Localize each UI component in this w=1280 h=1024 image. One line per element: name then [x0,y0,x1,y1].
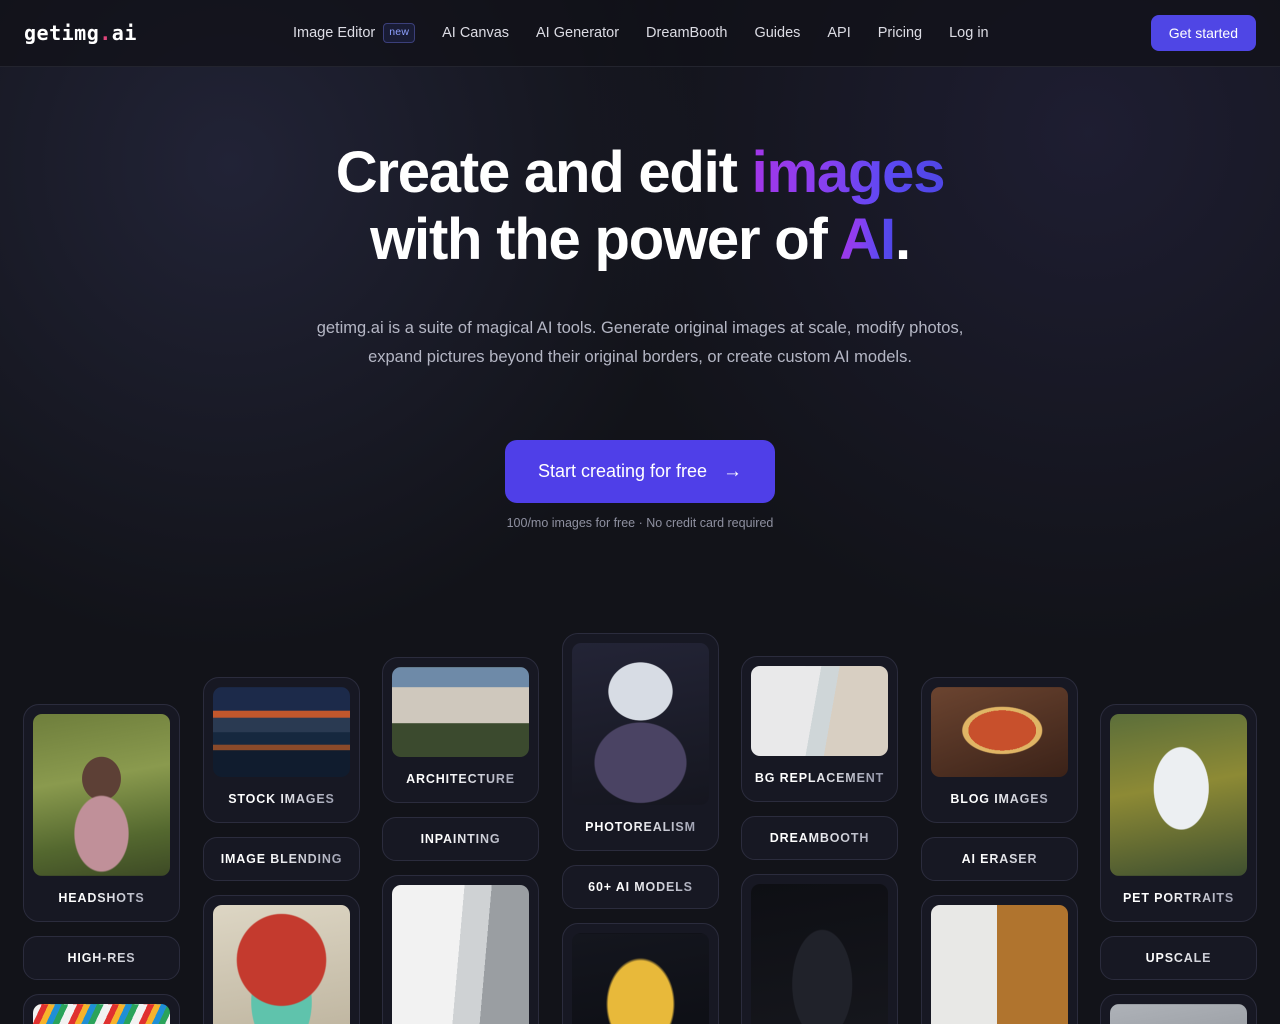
feature-card-thumbnail [1110,1003,1247,1024]
feature-pill[interactable]: IMAGE BLENDING [203,837,360,882]
feature-pill[interactable]: UPSCALE [1100,935,1257,980]
feature-card-thumbnail [931,687,1068,777]
nav-item-guides[interactable]: Guides [754,25,800,41]
feature-pill-label: 60+ AI MODELS [563,866,718,908]
hero-heading-line1: Create and edit images [335,140,946,205]
nav-item-ai-generator[interactable]: AI Generator [536,25,619,41]
nav-item-label: Image Editor [293,25,376,41]
hero-section: Create and edit images with the power of… [0,67,1280,530]
feature-card-label: PHOTOREALISM [572,805,709,850]
nav-item-log-in[interactable]: Log in [949,25,989,41]
feature-pill-label: AI ERASER [922,838,1077,880]
feature-card-label: PET PORTRAITS [1110,876,1247,921]
start-creating-label: Start creating for free [537,461,708,482]
feature-card[interactable]: HEADSHOTS [23,704,180,922]
feature-card[interactable] [921,895,1078,1024]
brand-logo-suffix: ai [111,21,137,45]
feature-card-label: BG REPLACEMENT [751,756,888,801]
nav-item-ai-canvas[interactable]: AI Canvas [442,25,509,41]
get-started-button[interactable]: Get started [1150,15,1256,51]
feature-pill[interactable]: AI ERASER [921,837,1078,882]
hero-heading-accent-images: images [751,140,946,205]
nav-links: Image Editor new AI Canvas AI Generator … [137,23,1145,43]
feature-card-label: HEADSHOTS [33,876,170,921]
feature-card[interactable] [382,875,539,1024]
hero-heading-accent-ai: AI [839,207,896,273]
nav-item-pricing[interactable]: Pricing [878,25,922,41]
feature-card[interactable]: PET PORTRAITS [1100,704,1257,922]
hero-heading-line1-plain: Create and edit [335,140,752,205]
feature-pill[interactable]: INPAINTING [382,817,539,862]
grid-column: BG REPLACEMENT DREAMBOOTH [741,656,898,1024]
feature-card-thumbnail [572,932,709,1024]
hero-heading: Create and edit images with the power of… [0,139,1280,274]
new-badge: new [383,23,416,43]
brand-logo[interactable]: getimg.ai [24,21,137,45]
feature-card[interactable]: ARCHITECTURE [382,657,539,804]
feature-card-grid: HEADSHOTS HIGH-RES STOCK IMAGES IMAGE BLEND… [0,620,1280,1024]
feature-pill[interactable]: DREAMBOOTH [741,816,898,861]
feature-card-thumbnail [33,1003,170,1024]
grid-column: PHOTOREALISM 60+ AI MODELS [562,633,719,1024]
hero-heading-line2: with the power of AI. [370,207,911,273]
feature-card[interactable]: STOCK IMAGES [203,677,360,824]
feature-card-label: ARCHITECTURE [392,757,529,802]
grid-column: ARCHITECTURE INPAINTING [382,657,539,1024]
grid-column: HEADSHOTS HIGH-RES [23,704,180,1024]
nav-item-image-editor[interactable]: Image Editor new [293,23,416,43]
feature-pill-label: IMAGE BLENDING [204,838,359,880]
feature-card[interactable] [203,895,360,1024]
feature-card-thumbnail [1110,714,1247,876]
feature-card-thumbnail [213,687,350,777]
feature-card-thumbnail [213,905,350,1024]
feature-card-thumbnail [751,884,888,1024]
feature-card-thumbnail [572,643,709,805]
feature-card-thumbnail [751,666,888,756]
feature-pill-label: HIGH-RES [24,937,179,979]
feature-card-thumbnail [392,667,529,757]
feature-card[interactable] [741,874,898,1024]
feature-card[interactable] [1100,993,1257,1024]
feature-pill-label: DREAMBOOTH [742,817,897,859]
feature-pill[interactable]: HIGH-RES [23,935,180,980]
brand-logo-main: getimg [24,21,100,45]
nav-item-api[interactable]: API [827,25,850,41]
hero-subtitle: getimg.ai is a suite of magical AI tools… [316,318,964,366]
hero-cta-group: Start creating for free → 100/mo images … [0,440,1280,530]
grid-column: PET PORTRAITS UPSCALE [1100,704,1257,1024]
arrow-right-icon: → [723,461,743,483]
feature-pill-label: INPAINTING [383,818,538,860]
brand-logo-dot: . [99,21,112,45]
feature-pill-label: UPSCALE [1101,937,1256,979]
grid-column: STOCK IMAGES IMAGE BLENDING [203,677,360,1024]
feature-card[interactable] [562,922,719,1024]
feature-card-thumbnail [33,714,170,876]
nav-item-dreambooth[interactable]: DreamBooth [646,25,727,41]
feature-card[interactable] [23,993,180,1024]
top-navigation-bar: getimg.ai Image Editor new AI Canvas AI … [0,0,1280,67]
grid-column: BLOG IMAGES AI ERASER [921,677,1078,1024]
hero-heading-period: . [894,207,911,273]
feature-card-label: BLOG IMAGES [931,777,1068,822]
feature-card[interactable]: BLOG IMAGES [921,677,1078,824]
feature-card-label: STOCK IMAGES [213,777,350,822]
cta-note: 100/mo images for free · No credit card … [506,516,774,531]
feature-card-thumbnail [931,905,1068,1024]
feature-card[interactable]: BG REPLACEMENT [741,656,898,803]
start-creating-button[interactable]: Start creating for free → [504,440,776,504]
hero-heading-line2-plain: with the power of [370,207,840,273]
feature-card-thumbnail [392,885,529,1024]
feature-pill[interactable]: 60+ AI MODELS [562,864,719,909]
feature-card[interactable]: PHOTOREALISM [562,633,719,851]
